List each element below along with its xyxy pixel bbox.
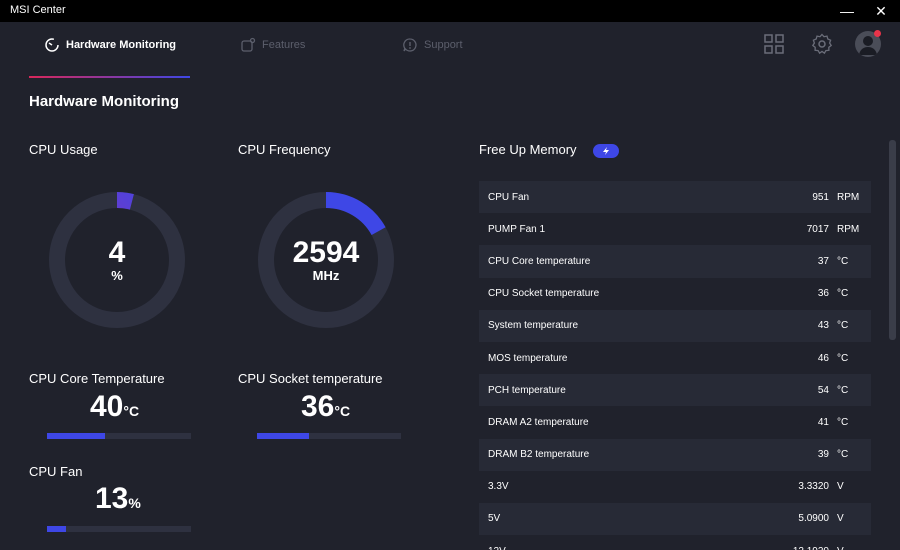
sensor-name: 5V — [488, 513, 501, 525]
table-row: 3.3V 3.3320 V — [479, 471, 871, 503]
notification-dot — [874, 30, 881, 37]
cpu-fan-bar-fill — [47, 526, 66, 532]
tab-label: Hardware Monitoring — [66, 39, 177, 51]
title-bar: MSI Center — ✕ — [0, 0, 900, 22]
sensor-unit: V — [837, 481, 844, 493]
cpu-fan-unit: % — [128, 495, 141, 511]
sensor-table: CPU Fan 951 RPM PUMP Fan 1 7017 RPM CPU Core t… — [479, 181, 871, 550]
cpu-core-temp-value: 40°C — [90, 390, 139, 424]
cpu-socket-temp-number: 36 — [301, 390, 335, 423]
close-button[interactable]: ✕ — [866, 0, 896, 22]
sensor-name: System temperature — [488, 320, 579, 332]
cpu-core-temp-unit: °C — [123, 403, 140, 419]
sensor-unit: RPM — [837, 223, 860, 235]
cpu-core-temp-bar — [47, 433, 191, 439]
tab-label: Features — [262, 39, 306, 51]
sensor-name: 3.3V — [488, 481, 509, 493]
table-row: System temperature 43 °C — [479, 309, 871, 342]
free-memory-label: Free Up Memory — [479, 142, 577, 157]
cpu-core-temp-number: 40 — [90, 390, 124, 423]
sensor-name: 12V — [488, 546, 506, 550]
cpu-socket-temp-bar-fill — [257, 433, 309, 439]
table-row: MOS temperature 46 °C — [479, 342, 871, 374]
app-title: MSI Center — [10, 4, 66, 16]
cpu-socket-temp-value: 36°C — [301, 390, 350, 424]
minimize-button[interactable]: — — [832, 0, 862, 22]
sensor-value: 12.1920 — [793, 546, 829, 550]
gauge-icon — [45, 38, 59, 52]
cpu-socket-temp-label: CPU Socket temperature — [238, 371, 383, 386]
table-row: PUMP Fan 1 7017 RPM — [479, 213, 871, 245]
sensor-name: CPU Fan — [488, 191, 530, 203]
sensor-value: 39 — [817, 449, 829, 461]
sensor-value: 43 — [817, 320, 829, 332]
sensor-name: DRAM A2 temperature — [488, 416, 589, 428]
table-row: PCH temperature 54 °C — [479, 374, 871, 407]
table-row: 5V 5.0900 V — [479, 502, 871, 536]
cpu-socket-temp-bar — [257, 433, 401, 439]
sensor-unit: V — [837, 513, 844, 525]
cpu-fan-value: 13% — [95, 482, 141, 516]
table-row: 12V 12.1920 V — [479, 535, 871, 550]
cpu-usage-value: 4 — [108, 236, 126, 269]
table-row: DRAM B2 temperature 39 °C — [479, 438, 871, 471]
sensor-unit: °C — [837, 255, 849, 267]
cpu-frequency-value: 2594 — [292, 236, 360, 269]
lightning-icon — [603, 147, 609, 155]
apps-grid-icon[interactable] — [762, 32, 786, 56]
sensor-unit: °C — [837, 449, 849, 461]
cpu-frequency-label: CPU Frequency — [238, 142, 331, 157]
sensor-name: DRAM B2 temperature — [488, 449, 590, 461]
active-tab-indicator — [29, 76, 190, 78]
sensor-value: 54 — [817, 384, 829, 396]
tab-label: Support — [424, 39, 463, 51]
page-title: Hardware Monitoring — [29, 93, 180, 110]
sensor-value: 41 — [817, 416, 829, 428]
features-icon — [241, 37, 256, 52]
tab-hardware-monitoring[interactable]: Hardware Monitoring — [44, 30, 176, 60]
sensor-unit: °C — [837, 288, 849, 300]
tab-features[interactable]: Features — [240, 30, 305, 60]
cpu-fan-label: CPU Fan — [29, 464, 83, 479]
sensor-value: 46 — [817, 352, 829, 364]
cpu-socket-temp-unit: °C — [334, 403, 351, 419]
sensor-unit: RPM — [837, 191, 860, 203]
sensor-unit: °C — [837, 384, 849, 396]
sensor-unit: °C — [837, 352, 849, 364]
cpu-usage-unit: % — [111, 268, 123, 283]
scrollbar-thumb[interactable] — [889, 140, 896, 340]
table-row: CPU Core temperature 37 °C — [479, 245, 871, 278]
table-row: DRAM A2 temperature 41 °C — [479, 406, 871, 438]
sensor-value: 36 — [817, 288, 829, 300]
table-row: CPU Socket temperature 36 °C — [479, 278, 871, 310]
tab-support[interactable]: Support — [402, 30, 463, 60]
cpu-usage-label: CPU Usage — [29, 142, 98, 157]
gear-icon[interactable] — [810, 32, 834, 56]
free-memory-button[interactable] — [593, 144, 619, 158]
sensor-name: MOS temperature — [488, 352, 568, 364]
sensor-unit: °C — [837, 320, 849, 332]
sensor-name: CPU Socket temperature — [488, 288, 600, 300]
sensor-value: 951 — [812, 191, 829, 203]
sensor-value: 3.3320 — [798, 481, 829, 493]
sensor-name: CPU Core temperature — [488, 255, 591, 267]
sensor-name: PUMP Fan 1 — [488, 223, 546, 235]
cpu-core-temp-label: CPU Core Temperature — [29, 371, 165, 386]
sensor-value: 7017 — [806, 223, 829, 235]
sensor-value: 37 — [817, 255, 829, 267]
table-row: CPU Fan 951 RPM — [479, 181, 871, 214]
support-icon — [403, 38, 417, 52]
sensor-name: PCH temperature — [488, 384, 566, 396]
cpu-fan-bar — [47, 526, 191, 532]
sensor-value: 5.0900 — [798, 513, 829, 525]
sensor-unit: °C — [837, 416, 849, 428]
sensor-unit: V — [837, 546, 844, 550]
cpu-fan-number: 13 — [95, 482, 129, 515]
cpu-frequency-unit: MHz — [312, 268, 340, 283]
cpu-core-temp-bar-fill — [47, 433, 105, 439]
